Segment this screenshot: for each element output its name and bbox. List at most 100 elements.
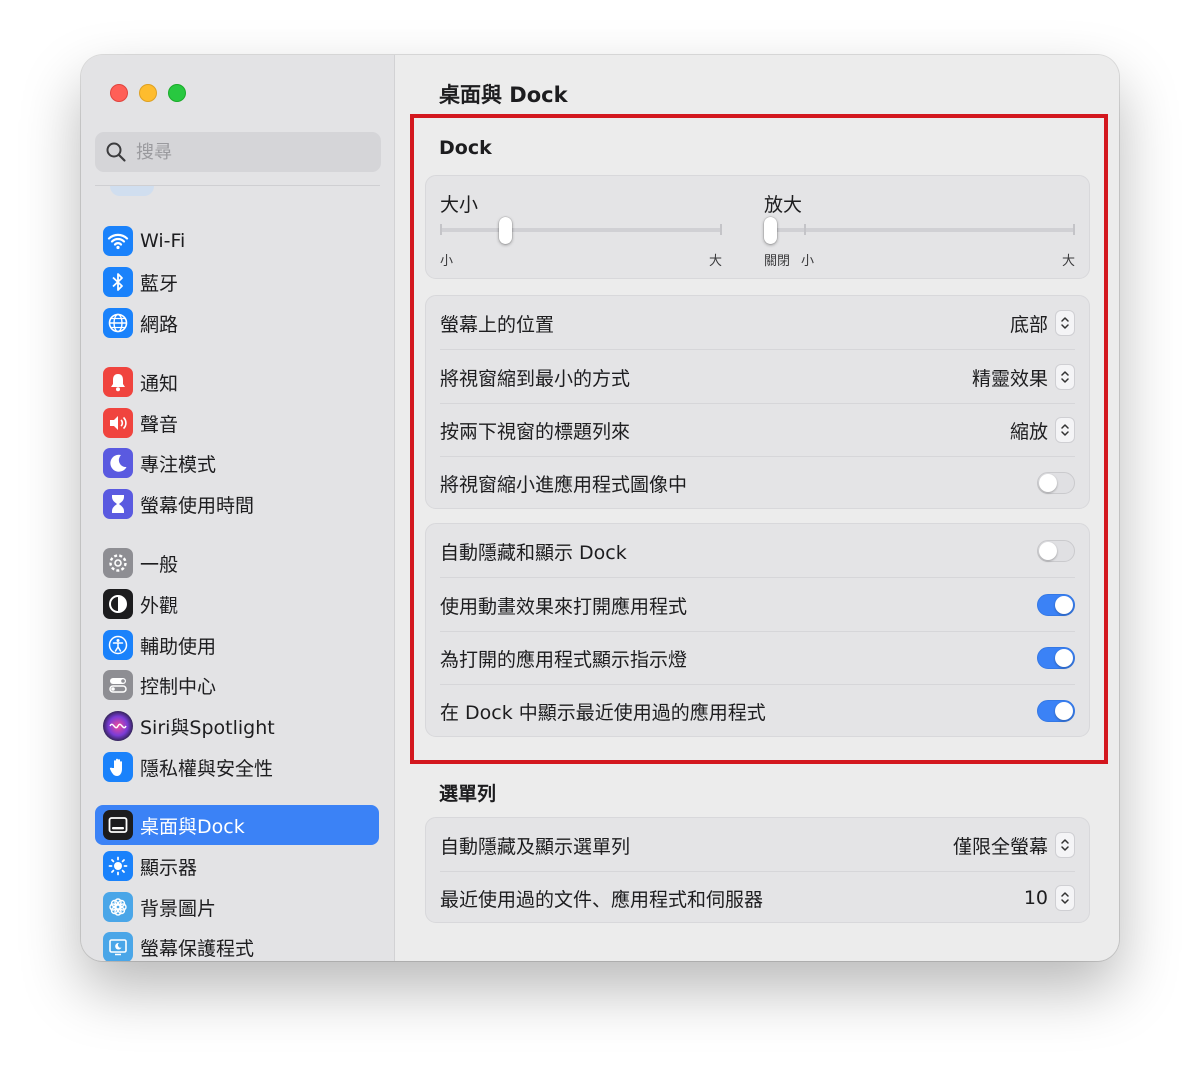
size-slider-label: 大小	[440, 194, 479, 216]
chevron-up-down-icon	[1055, 417, 1075, 443]
minimize-button[interactable]	[139, 84, 157, 102]
magnification-slider-track[interactable]	[764, 228, 1075, 232]
sidebar-item-wallpaper[interactable]: 背景圖片	[95, 887, 379, 927]
size-max-label: 大	[708, 254, 722, 269]
control-center-icon	[103, 670, 133, 700]
sidebar-item-bluetooth[interactable]: 藍牙	[95, 262, 379, 302]
row-show-recent-apps: 在 Dock 中顯示最近使用過的應用程式	[440, 684, 1075, 738]
magnification-slider-tick	[1073, 224, 1075, 235]
sidebar-item-focus[interactable]: 專注模式	[95, 443, 379, 483]
size-slider-thumb[interactable]	[499, 217, 512, 244]
auto-hide-menubar-popup[interactable]: 僅限全螢幕	[953, 832, 1075, 859]
sidebar-item-sound[interactable]: 聲音	[95, 403, 379, 443]
row-label: 最近使用過的文件、應用程式和伺服器	[440, 888, 764, 911]
row-auto-hide-menubar: 自動隱藏及顯示選單列 僅限全螢幕	[440, 818, 1075, 872]
screensaver-icon	[103, 932, 133, 961]
chevron-up-down-icon	[1055, 832, 1075, 858]
sidebar-item-siri-spotlight[interactable]: Siri與Spotlight	[95, 706, 379, 746]
popup-value: 精靈效果	[971, 367, 1048, 390]
size-slider-block: 大小 小 大	[440, 176, 722, 278]
hand-icon	[103, 752, 133, 782]
show-recent-apps-toggle[interactable]	[1037, 700, 1075, 722]
bluetooth-icon	[103, 267, 133, 297]
magnification-slider-label: 放大	[764, 194, 803, 216]
row-label: 在 Dock 中顯示最近使用過的應用程式	[440, 701, 766, 724]
row-minimize-into-app-icon: 將視窗縮小進應用程式圖像中	[440, 456, 1075, 510]
sidebar-item-label: 外觀	[140, 594, 179, 617]
popup-value: 縮放	[1009, 420, 1048, 443]
menubar-group: 自動隱藏及顯示選單列 僅限全螢幕 最近使用過的文件、應用程式和伺服器 10	[425, 817, 1090, 923]
accessibility-icon	[103, 630, 133, 660]
sidebar-item-label: 藍牙	[140, 272, 179, 295]
magnifying-glass-icon	[105, 141, 127, 163]
size-slider-tick	[440, 224, 442, 235]
magnification-max-label: 大	[1061, 254, 1075, 269]
row-label: 按兩下視窗的標題列來	[440, 420, 631, 443]
sidebar-item-label: 控制中心	[140, 675, 217, 698]
sidebar-item-accessibility[interactable]: 輔助使用	[95, 625, 379, 665]
magnification-slider-tick	[804, 224, 806, 235]
show-indicators-toggle[interactable]	[1037, 647, 1075, 669]
magnification-slider-thumb[interactable]	[764, 217, 777, 244]
account-avatar-icon	[110, 186, 154, 196]
row-show-indicators: 為打開的應用程式顯示指示燈	[440, 631, 1075, 685]
sun-icon	[103, 851, 133, 881]
sidebar-item-desktop-dock[interactable]: 桌面與Dock	[95, 805, 379, 845]
row-auto-hide-dock: 自動隱藏和顯示 Dock	[440, 524, 1075, 578]
row-label: 將視窗縮到最小的方式	[440, 367, 631, 390]
row-label: 螢幕上的位置	[440, 313, 555, 336]
row-label: 將視窗縮小進應用程式圖像中	[440, 473, 688, 496]
sidebar-item-displays[interactable]: 顯示器	[95, 846, 379, 886]
dock-behavior-group: 自動隱藏和顯示 Dock 使用動畫效果來打開應用程式 為打開的應用程式顯示指示燈…	[425, 523, 1090, 737]
popup-value: 10	[1023, 887, 1048, 909]
size-min-label: 小	[440, 254, 454, 269]
sidebar-item-screen-saver[interactable]: 螢幕保護程式	[95, 927, 379, 961]
minimize-effect-popup[interactable]: 精靈效果	[972, 364, 1075, 391]
menubar-section-title: 選單列	[439, 783, 497, 805]
zoom-button[interactable]	[168, 84, 186, 102]
minimize-into-icon-toggle[interactable]	[1037, 472, 1075, 494]
auto-hide-dock-toggle[interactable]	[1037, 540, 1075, 562]
sidebar-item-screen-time[interactable]: 螢幕使用時間	[95, 484, 379, 524]
row-animate-opening: 使用動畫效果來打開應用程式	[440, 578, 1075, 632]
sidebar-item-wifi[interactable]: Wi-Fi	[95, 221, 379, 261]
settings-window: Wi-Fi 藍牙 網路 通知 聲音	[81, 55, 1119, 961]
sidebar-item-general[interactable]: 一般	[95, 543, 379, 583]
sidebar-item-label: 隱私權與安全性	[140, 757, 274, 780]
search-field[interactable]	[95, 132, 381, 172]
row-label: 自動隱藏和顯示 Dock	[440, 541, 627, 564]
dock-size-group: 大小 小 大 放大 關閉 小 大	[425, 175, 1090, 279]
search-input[interactable]	[136, 141, 366, 163]
close-button[interactable]	[110, 84, 128, 102]
bell-icon	[103, 367, 133, 397]
siri-icon	[103, 711, 133, 741]
globe-icon	[103, 308, 133, 338]
size-slider-track[interactable]	[440, 228, 722, 232]
sidebar-item-control-center[interactable]: 控制中心	[95, 665, 379, 705]
sidebar-item-label: 輔助使用	[140, 635, 217, 658]
sidebar-item-network[interactable]: 網路	[95, 303, 379, 343]
gear-icon	[103, 548, 133, 578]
dock-section-title: Dock	[439, 137, 492, 159]
page-title: 桌面與 Dock	[439, 83, 568, 107]
sidebar-item-privacy-security[interactable]: 隱私權與安全性	[95, 747, 379, 787]
sidebar-item-label: 螢幕使用時間	[140, 494, 255, 517]
row-recent-items: 最近使用過的文件、應用程式和伺服器 10	[440, 871, 1075, 925]
row-double-click-title-bar: 按兩下視窗的標題列來 縮放	[440, 403, 1075, 457]
double-click-popup[interactable]: 縮放	[1010, 417, 1075, 444]
sidebar-item-label: 螢幕保護程式	[140, 937, 255, 960]
chevron-up-down-icon	[1055, 885, 1075, 911]
chevron-up-down-icon	[1055, 364, 1075, 390]
row-label: 自動隱藏及顯示選單列	[440, 835, 631, 858]
chevron-up-down-icon	[1055, 310, 1075, 336]
sidebar-item-appearance[interactable]: 外觀	[95, 584, 379, 624]
sidebar: Wi-Fi 藍牙 網路 通知 聲音	[81, 55, 395, 961]
recent-items-popup[interactable]: 10	[1024, 885, 1075, 911]
sidebar-item-label: 桌面與Dock	[140, 815, 245, 838]
popup-value: 僅限全螢幕	[952, 835, 1048, 858]
magnification-min-label: 小	[801, 254, 815, 269]
animate-opening-toggle[interactable]	[1037, 594, 1075, 616]
appearance-icon	[103, 589, 133, 619]
position-popup[interactable]: 底部	[1010, 310, 1075, 337]
sidebar-item-notifications[interactable]: 通知	[95, 362, 379, 402]
